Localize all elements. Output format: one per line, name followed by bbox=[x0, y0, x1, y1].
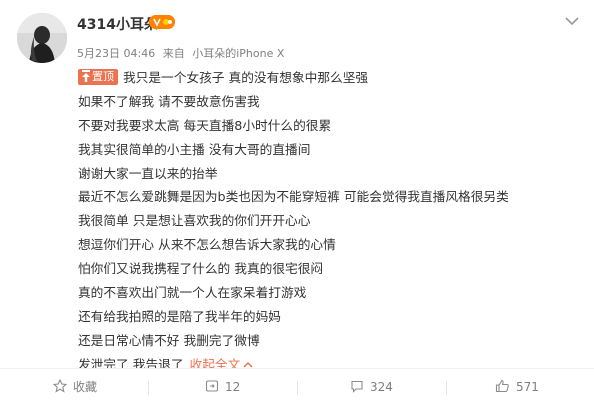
pinned-label: 置顶 bbox=[92, 70, 114, 83]
pinned-badge: 置顶 bbox=[78, 69, 118, 85]
like-count[interactable]: 571 bbox=[516, 380, 539, 394]
favorite-button[interactable]: 收藏 bbox=[53, 369, 97, 405]
vip-badge-icon[interactable] bbox=[149, 15, 175, 29]
divider bbox=[297, 381, 298, 395]
repost-button[interactable]: 12 bbox=[205, 369, 240, 405]
content-line: 最近不怎么爱跳舞是因为b类也因为不能穿短裤 可能会觉得我直播风格很另类 bbox=[78, 189, 509, 205]
comment-icon bbox=[351, 380, 363, 393]
pin-icon bbox=[82, 70, 90, 82]
divider bbox=[446, 381, 447, 395]
content-line: 我很简单 只是想让喜欢我的你们开开心心 bbox=[78, 213, 311, 229]
post-date[interactable]: 5月23日 04:46 bbox=[77, 47, 155, 60]
content-line: 谢谢大家一直以来的抬举 bbox=[78, 165, 218, 181]
star-icon bbox=[53, 379, 67, 393]
favorite-label[interactable]: 收藏 bbox=[73, 380, 97, 394]
source-prefix: 来自 bbox=[162, 47, 185, 60]
comment-button[interactable]: 324 bbox=[350, 369, 393, 405]
thumbs-up-icon bbox=[495, 379, 509, 393]
content-line: 不要对我要求太高 每天直播8小时什么的很累 bbox=[78, 117, 332, 133]
post-meta: 5月23日 04:46 来自 小耳朵的iPhone X bbox=[77, 45, 288, 61]
content-line: 我其实很简单的小主播 没有大哥的直播间 bbox=[78, 141, 311, 157]
chevron-down-icon[interactable] bbox=[561, 10, 583, 32]
content-line: 还是日常心情不好 我删完了微博 bbox=[78, 332, 260, 348]
avatar[interactable] bbox=[17, 13, 67, 63]
content-line: 还有给我拍照的是陪了我半年的妈妈 bbox=[78, 308, 281, 324]
post-content: 置顶 我只是一个女孩子 真的没有想象中那么坚强 如果不了解我 请不要故意伤害我 … bbox=[78, 66, 588, 377]
repost-icon bbox=[205, 380, 219, 392]
content-line: 如果不了解我 请不要故意伤害我 bbox=[78, 93, 260, 109]
repost-count[interactable]: 12 bbox=[225, 380, 240, 394]
divider bbox=[148, 381, 149, 395]
content-line: 想逗你们开心 从来不怎么想告诉大家我的心情 bbox=[78, 237, 336, 253]
author-name[interactable]: 4314小耳朵 bbox=[77, 14, 158, 34]
content-text: 我只是一个女孩子 真的没有想象中那么坚强 bbox=[123, 70, 369, 85]
comment-count[interactable]: 324 bbox=[370, 380, 393, 394]
post-source[interactable]: 小耳朵的iPhone X bbox=[192, 47, 284, 60]
like-button[interactable]: 571 bbox=[495, 369, 539, 405]
post-header: 4314小耳朵 5月23日 04:46 来自 小耳朵的iPhone X bbox=[0, 0, 594, 66]
content-line: 真的不喜欢出门就一个人在家呆着打游戏 bbox=[78, 285, 307, 301]
content-line: 置顶 我只是一个女孩子 真的没有想象中那么坚强 bbox=[78, 66, 588, 90]
action-toolbar: 收藏 12 324 571 bbox=[0, 368, 594, 405]
content-line: 怕你们又说我携程了什么的 我真的很宅很闷 bbox=[78, 261, 324, 277]
avatar-image bbox=[17, 13, 67, 63]
